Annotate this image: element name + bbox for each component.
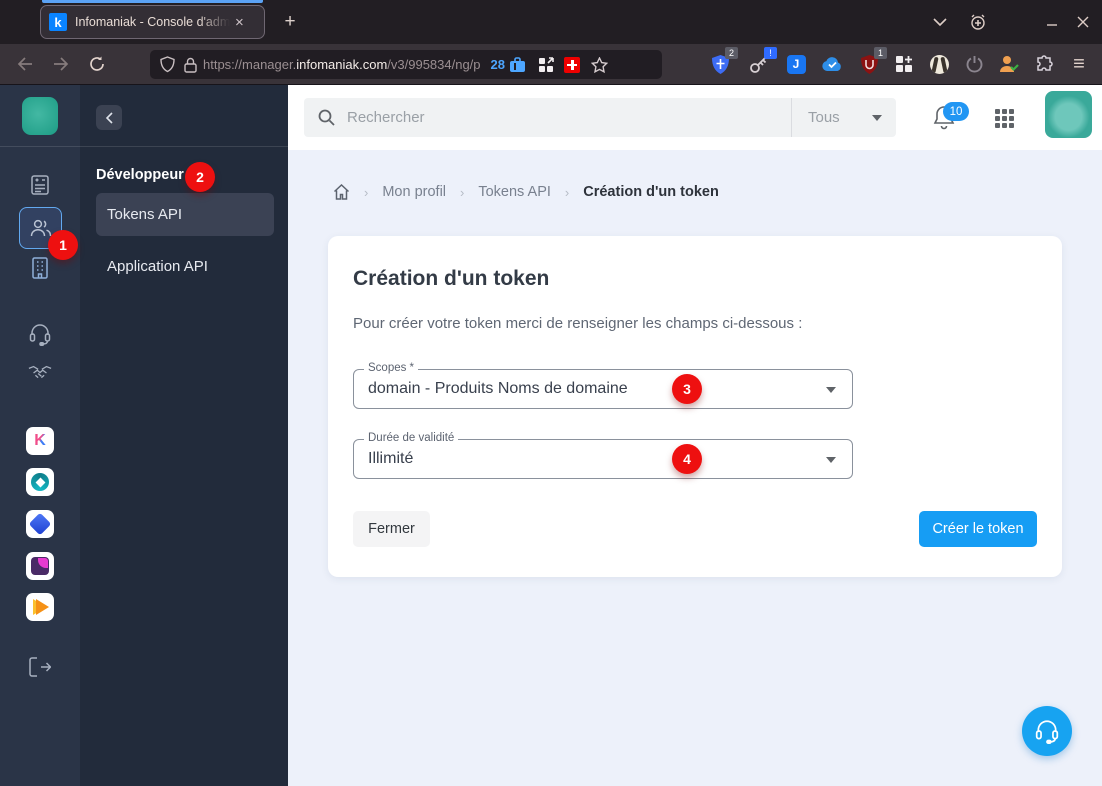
ksuite-app-icon[interactable]: K [26, 427, 54, 455]
scopes-value: domain - Produits Noms de domaine [368, 380, 628, 397]
validity-value: Illimité [368, 450, 414, 467]
annotation-step-1: 1 [48, 230, 78, 260]
infomaniak-favicon-icon: k [49, 13, 67, 31]
scopes-select[interactable]: Scopes * domain - Produits Noms de domai… [353, 362, 853, 409]
minimize-button[interactable] [1038, 8, 1066, 36]
search-bar[interactable]: Tous [304, 98, 896, 137]
briefcase-icon[interactable] [509, 56, 526, 73]
annotation-step-3: 3 [672, 374, 702, 404]
notifications-count-badge: 10 [943, 102, 969, 121]
grid-arrow-icon[interactable] [538, 56, 554, 73]
partner-handshake-icon[interactable] [28, 361, 52, 385]
url-bar[interactable]: https://manager.infomaniak.com/v3/995834… [150, 50, 662, 79]
close-button[interactable]: Fermer [353, 511, 430, 547]
cloud-check-extension-icon[interactable] [818, 50, 846, 78]
chevron-down-icon [872, 114, 882, 121]
squares-plus-extension-icon[interactable] [890, 50, 918, 78]
search-scope-value: Tous [808, 109, 840, 126]
kmeet-app-icon[interactable] [26, 552, 54, 580]
j-extension-icon[interactable]: J [782, 50, 810, 78]
alarm-clock-icon[interactable] [964, 8, 992, 36]
browser-tab[interactable]: k Infomaniak - Console d'adm × [40, 5, 265, 39]
token-creation-card: Création d'un token Pour créer votre tok… [328, 236, 1062, 577]
url-text: https://manager.infomaniak.com/v3/995834… [203, 57, 481, 72]
users-icon [30, 219, 51, 237]
breadcrumb-link-tokens-api[interactable]: Tokens API [478, 184, 551, 200]
secondary-sidebar: Développeur 2 Tokens API Application API [80, 85, 288, 786]
password-shield-extension-icon[interactable]: 2 [706, 47, 738, 78]
annotation-step-2: 2 [185, 162, 215, 192]
breadcrumb-link-mon-profil[interactable]: Mon profil [382, 184, 446, 200]
nav-item-label: Application API [107, 258, 208, 275]
power-extension-icon[interactable] [960, 50, 988, 78]
products-calculator-icon[interactable] [28, 173, 52, 197]
chevron-left-icon [105, 111, 113, 124]
breadcrumb-separator: › [364, 184, 369, 200]
home-icon[interactable] [333, 184, 350, 200]
collapse-sidebar-button[interactable] [96, 105, 122, 130]
validity-label: Durée de validité [364, 432, 459, 444]
scopes-label: Scopes * [364, 362, 419, 374]
search-icon [318, 109, 335, 126]
kchat-app-icon[interactable] [26, 510, 54, 538]
chevron-down-icon [826, 457, 836, 463]
active-tab-indicator [42, 0, 263, 3]
chevron-down-icon [826, 387, 836, 393]
lock-icon[interactable] [184, 57, 197, 73]
sidebar-divider [80, 146, 288, 147]
key-extension-icon[interactable]: ! [745, 47, 777, 78]
browser-toolbar: https://manager.infomaniak.com/v3/995834… [0, 44, 1102, 85]
user-avatar[interactable] [1045, 91, 1092, 138]
extensions-puzzle-icon[interactable] [1030, 50, 1058, 78]
nav-section-title: Développeur [96, 167, 184, 183]
swiss-flag-icon[interactable] [564, 56, 580, 73]
logout-icon[interactable] [28, 655, 52, 679]
create-token-button[interactable]: Créer le token [919, 511, 1037, 547]
nav-item-label: Tokens API [107, 206, 183, 223]
tab-counter-badge: 28 [490, 57, 505, 72]
kdrive-app-icon[interactable] [26, 468, 54, 496]
menu-hamburger-icon[interactable]: ≡ [1068, 54, 1090, 74]
card-description: Pour créer votre token merci de renseign… [353, 315, 803, 332]
sidebar-item-tokens-api[interactable]: Tokens API [96, 193, 274, 236]
support-fab[interactable] [1022, 706, 1072, 756]
breadcrumb-current: Création d'un token [583, 184, 719, 200]
tab-title: Infomaniak - Console d'adm [75, 15, 231, 29]
close-window-button[interactable] [1069, 8, 1097, 36]
annotation-step-4: 4 [672, 444, 702, 474]
apps-grid-icon[interactable] [995, 109, 1015, 129]
support-headset-icon[interactable] [28, 322, 52, 346]
back-button[interactable] [10, 49, 40, 79]
user-check-extension-icon[interactable] [995, 50, 1023, 78]
organization-avatar[interactable] [22, 97, 58, 135]
app-header: Tous 10 [288, 85, 1102, 150]
main-content: Tous 10 › Mon profil › Tokens API › Créa… [288, 85, 1102, 786]
privacy-badger-extension-icon[interactable] [925, 50, 953, 78]
breadcrumb-separator: › [564, 184, 570, 200]
organization-building-icon[interactable] [28, 256, 52, 280]
sidebar-item-application-api[interactable]: Application API [96, 245, 274, 288]
tab-list-chevron-icon[interactable] [926, 8, 954, 36]
tab-close-icon[interactable]: × [235, 14, 244, 31]
vod-app-icon[interactable] [26, 593, 54, 621]
forward-button[interactable] [46, 49, 76, 79]
search-input[interactable] [347, 109, 737, 126]
browser-tab-bar: k Infomaniak - Console d'adm × + [0, 0, 1102, 44]
ublock-extension-icon[interactable]: 1 [855, 47, 887, 78]
card-title: Création d'un token [353, 267, 550, 290]
breadcrumb-separator: › [460, 184, 465, 200]
primary-sidebar: 1 K [0, 85, 80, 786]
reload-button[interactable] [82, 49, 112, 79]
sidebar-divider [0, 146, 80, 147]
validity-select[interactable]: Durée de validité Illimité [353, 432, 853, 479]
bookmark-star-icon[interactable] [591, 56, 608, 73]
tracking-shield-icon[interactable] [160, 56, 175, 73]
breadcrumb: › Mon profil › Tokens API › Création d'u… [333, 184, 719, 200]
search-scope-dropdown[interactable]: Tous [792, 109, 896, 126]
headset-icon [1035, 720, 1059, 744]
new-tab-button[interactable]: + [276, 8, 304, 36]
